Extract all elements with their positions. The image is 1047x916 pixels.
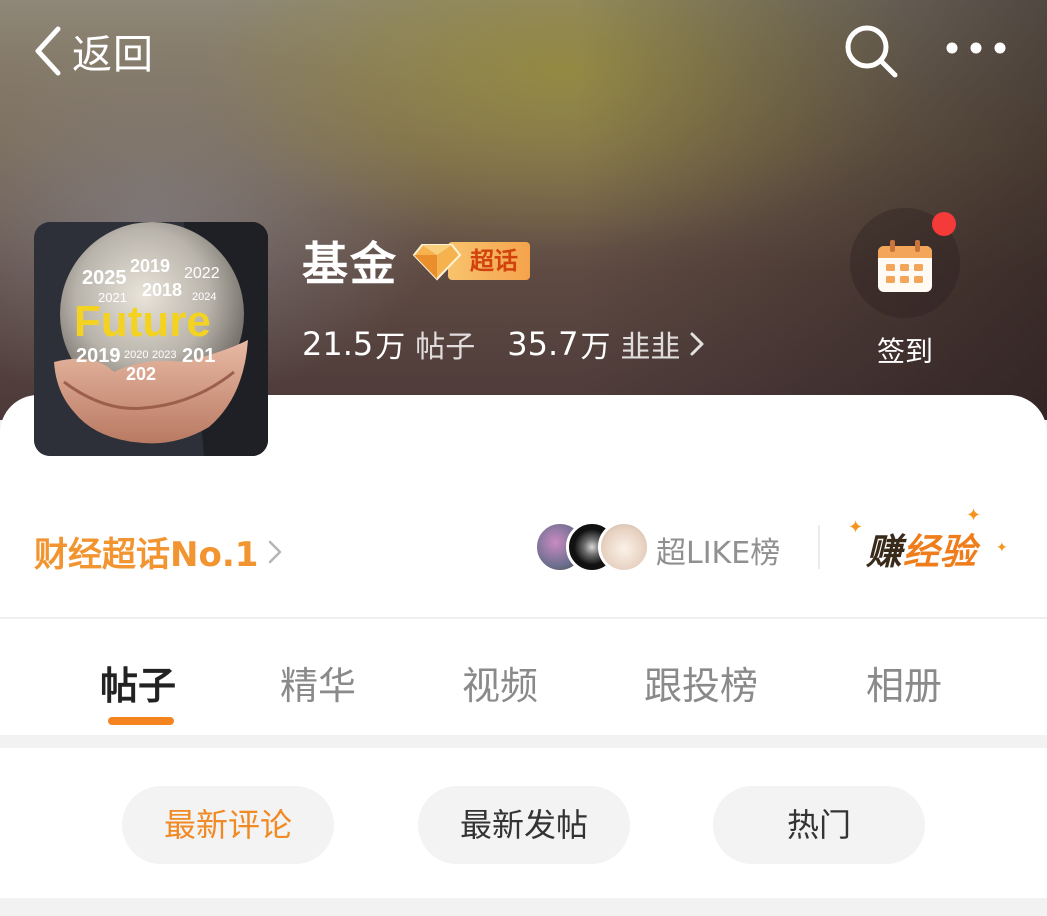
cover-year-text: 2023 bbox=[152, 349, 176, 361]
divider bbox=[818, 525, 820, 569]
tab-posts[interactable]: 帖子 bbox=[100, 655, 176, 710]
topic-stats[interactable]: 21.5 万 帖子 35.7 万 韭韭 bbox=[302, 322, 705, 366]
earn-experience-button[interactable]: ✦ ✦ ✦ 赚经验 bbox=[848, 507, 1012, 581]
like-ranking-avatars[interactable] bbox=[534, 521, 650, 573]
chevron-left-icon bbox=[35, 26, 61, 76]
members-label: 韭韭 bbox=[620, 330, 681, 365]
top-bar: 返回 bbox=[0, 0, 1047, 100]
rank-label: 财经超话No.1 bbox=[34, 535, 259, 575]
chevron-right-icon bbox=[690, 332, 703, 356]
cover-title-text: Future bbox=[74, 297, 211, 346]
checkin-label: 签到 bbox=[876, 335, 933, 368]
cover-year-text: 2019 bbox=[130, 256, 170, 276]
posts-unit: 万 bbox=[375, 330, 406, 365]
topic-title-row: 基金 超话 bbox=[302, 228, 530, 294]
search-icon[interactable] bbox=[842, 22, 900, 80]
avatar bbox=[598, 521, 650, 573]
cover-year-text: 2020 bbox=[124, 349, 148, 361]
checkin-button[interactable]: 签到 bbox=[850, 208, 960, 368]
filter-hot[interactable]: 热门 bbox=[713, 786, 925, 864]
filter-latest-posts[interactable]: 最新发帖 bbox=[418, 786, 630, 864]
more-icon[interactable] bbox=[944, 36, 1008, 60]
posts-count: 21.5 bbox=[302, 325, 374, 363]
diamond-icon bbox=[412, 244, 462, 281]
filter-latest-comments[interactable]: 最新评论 bbox=[122, 786, 334, 864]
like-ranking-label[interactable]: 超LIKE榜 bbox=[656, 528, 780, 572]
chevron-right-icon bbox=[269, 540, 282, 563]
members-unit: 万 bbox=[580, 330, 611, 365]
members-count: 35.7 bbox=[507, 325, 579, 363]
sort-filter-bar: 最新评论 最新发帖 热门 bbox=[0, 748, 1047, 898]
topic-cover-image: 2025 2019 2022 2018 2021 2024 Future 201… bbox=[34, 222, 268, 456]
cover-year-text: 2019 bbox=[76, 345, 121, 367]
back-button[interactable]: 返回 bbox=[30, 22, 154, 80]
sparkle-icon: ✦ bbox=[996, 540, 1008, 556]
rank-link[interactable]: 财经超话No.1 bbox=[34, 527, 282, 576]
cover-year-text: 201 bbox=[182, 345, 215, 367]
cover-year-text: 202 bbox=[126, 364, 156, 384]
crystal-ball-image: 2025 2019 2022 2018 2021 2024 Future 201… bbox=[34, 222, 268, 456]
cover-year-text: 2022 bbox=[184, 265, 220, 282]
posts-label: 帖子 bbox=[415, 330, 476, 365]
calendar-icon bbox=[878, 240, 932, 292]
super-topic-badge: 超话 bbox=[412, 241, 530, 281]
earn-label-part1: 赚 bbox=[866, 532, 904, 573]
earn-experience-label: 赚经验 bbox=[866, 523, 977, 575]
page-title: 基金 bbox=[302, 237, 398, 291]
tab-album[interactable]: 相册 bbox=[866, 655, 942, 710]
tab-bar: 帖子 精华 视频 跟投榜 相册 bbox=[0, 619, 1047, 733]
sparkle-icon: ✦ bbox=[848, 517, 864, 538]
active-tab-indicator bbox=[108, 717, 174, 725]
earn-label-part2: 经验 bbox=[903, 532, 978, 573]
tab-follow-ranking[interactable]: 跟投榜 bbox=[644, 655, 758, 710]
tab-videos[interactable]: 视频 bbox=[462, 655, 538, 710]
cover-year-text: 2025 bbox=[82, 267, 127, 289]
tab-featured[interactable]: 精华 bbox=[280, 655, 356, 710]
back-label: 返回 bbox=[72, 32, 154, 78]
notification-dot bbox=[932, 212, 956, 236]
